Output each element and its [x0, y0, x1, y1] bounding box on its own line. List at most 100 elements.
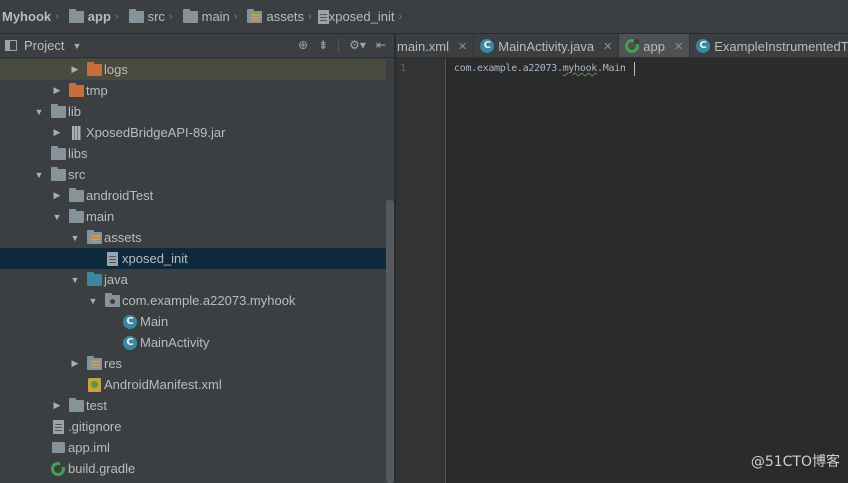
code-editor[interactable]: 1 com.example.a22073.myhook.Main — [396, 59, 848, 483]
line-number: 1 — [400, 63, 407, 74]
tree-icon-slot — [86, 271, 102, 286]
tree-node[interactable]: xposed_init — [0, 248, 386, 269]
breadcrumb-label: main — [201, 9, 230, 24]
code-typo-word: myhook — [562, 63, 598, 74]
editor-tab-label: main.xml — [397, 38, 450, 54]
breadcrumb-item[interactable]: xposed_init — [317, 0, 395, 33]
class-icon: C — [696, 39, 711, 53]
tree-node[interactable]: ▶ XposedBridgeAPI-89.jar — [0, 122, 386, 143]
breadcrumb-label: src — [147, 9, 165, 24]
tree-node[interactable]: app.iml — [0, 437, 386, 458]
line-gutter: 1 — [396, 59, 446, 483]
close-icon[interactable]: ✕ — [458, 40, 467, 53]
tree-node[interactable]: ▼ assets — [0, 227, 386, 248]
tree-icon-slot: C — [122, 314, 138, 329]
folder-icon — [50, 166, 66, 181]
tree-node-label: tmp — [86, 83, 108, 98]
tree-node[interactable]: ▶ logs — [0, 59, 386, 80]
tree-scrollbar[interactable] — [386, 200, 394, 483]
tree-node[interactable]: ▼ lib — [0, 101, 386, 122]
tree-node-label: res — [104, 356, 123, 371]
project-tree: ▶ logs ▶ tmp ▼ lib ▶ XposedBridgeAPI-89.jar libs… — [0, 59, 386, 483]
tree-icon-slot — [86, 377, 102, 392]
breadcrumb-item[interactable]: Myhook — [2, 0, 51, 33]
folder-icon — [182, 8, 198, 23]
settings-icon[interactable]: ⚙▾ — [349, 38, 366, 52]
editor-tab[interactable]: app ✕ — [619, 34, 691, 57]
tree-icon-slot — [50, 442, 66, 453]
tree-node[interactable]: C Main — [0, 311, 386, 332]
tree-node[interactable]: ▼ main — [0, 206, 386, 227]
folder-icon — [68, 208, 84, 223]
file-icon — [317, 9, 329, 24]
tree-icon-slot — [50, 145, 66, 160]
editor-tab-label: ExampleInstrumentedT — [714, 38, 848, 54]
tree-node[interactable]: ▶ res — [0, 353, 386, 374]
editor-tab[interactable]: C ExampleInstrumentedT — [690, 34, 848, 57]
chevron-right-icon: › — [114, 10, 119, 23]
tree-node-label: logs — [104, 62, 128, 77]
source-folder-icon — [86, 271, 102, 286]
tree-icon-slot — [68, 125, 84, 140]
chevron-right-icon: › — [168, 10, 173, 23]
collapse-arrow-icon[interactable]: ▼ — [70, 233, 80, 243]
collapse-arrow-icon[interactable]: ▼ — [34, 170, 44, 180]
collapse-arrow-icon[interactable]: ▼ — [34, 107, 44, 117]
assets-folder-icon — [86, 229, 102, 244]
expand-arrow-icon[interactable]: ▶ — [52, 400, 62, 411]
project-view-selector[interactable]: Project — [24, 38, 64, 53]
tree-node[interactable]: ▶ tmp — [0, 80, 386, 101]
close-icon[interactable]: ✕ — [674, 40, 683, 53]
tree-node[interactable]: ▶ androidTest — [0, 185, 386, 206]
tree-node[interactable]: ▼ java — [0, 269, 386, 290]
tree-node[interactable]: ▼ src — [0, 164, 386, 185]
collapse-arrow-icon[interactable]: ▼ — [88, 296, 98, 306]
file-icon — [106, 251, 118, 266]
class-icon: C — [123, 335, 137, 350]
file-icon — [52, 419, 64, 434]
breadcrumb-item[interactable]: src — [125, 0, 165, 33]
tree-node[interactable]: build.gradle — [0, 458, 386, 479]
editor-tab[interactable]: C MainActivity.java ✕ — [474, 34, 620, 57]
tree-node[interactable]: AndroidManifest.xml — [0, 374, 386, 395]
package-icon — [104, 292, 120, 307]
tree-node-label: main — [86, 209, 115, 224]
tree-icon-slot — [50, 461, 66, 476]
hide-panel-icon[interactable]: ⇤ — [376, 38, 386, 52]
breadcrumb-item[interactable]: app — [65, 0, 111, 33]
breadcrumb-item[interactable]: assets — [243, 0, 304, 33]
tree-node[interactable]: libs — [0, 143, 386, 164]
tree-node-label: androidTest — [86, 188, 154, 203]
expand-arrow-icon[interactable]: ▶ — [70, 64, 80, 75]
chevron-down-icon[interactable]: ▼ — [72, 41, 81, 51]
assets-folder-icon — [247, 8, 263, 23]
tree-node[interactable]: ▼ com.example.a22073.myhook — [0, 290, 386, 311]
editor-tab-bar: main.xml ✕ C MainActivity.java ✕ app ✕ C Example… — [396, 34, 848, 58]
folder-icon — [50, 103, 66, 118]
expand-arrow-icon[interactable]: ▶ — [52, 190, 62, 201]
tree-icon-slot: C — [122, 335, 138, 350]
locate-icon[interactable]: ⊕ — [298, 38, 308, 52]
expand-arrow-icon[interactable]: ▶ — [70, 358, 80, 369]
tree-node[interactable]: ▶ test — [0, 395, 386, 416]
close-icon[interactable]: ✕ — [603, 40, 612, 53]
tree-node-label: com.example.a22073.myhook — [122, 293, 296, 308]
folder-icon — [128, 8, 144, 23]
editor-tab[interactable]: main.xml ✕ — [396, 34, 475, 57]
collapse-arrow-icon[interactable]: ▼ — [70, 275, 80, 285]
expand-arrow-icon[interactable]: ▶ — [52, 127, 62, 138]
orange-folder-icon — [86, 61, 102, 76]
collapse-all-icon[interactable]: ⇟ — [318, 38, 328, 52]
code-line[interactable]: com.example.a22073.myhook.Main — [454, 63, 626, 74]
expand-arrow-icon[interactable]: ▶ — [52, 85, 62, 96]
tree-icon-slot — [68, 397, 84, 412]
breadcrumb-label: app — [87, 9, 111, 24]
tree-node-label: src — [68, 167, 86, 182]
chevron-right-icon: › — [398, 10, 403, 23]
tree-node[interactable]: .gitignore — [0, 416, 386, 437]
tree-node-label: xposed_init — [122, 251, 188, 266]
breadcrumb-item[interactable]: main — [179, 0, 230, 33]
tree-node-label: app.iml — [68, 440, 110, 455]
tree-node[interactable]: C MainActivity — [0, 332, 386, 353]
collapse-arrow-icon[interactable]: ▼ — [52, 212, 62, 222]
